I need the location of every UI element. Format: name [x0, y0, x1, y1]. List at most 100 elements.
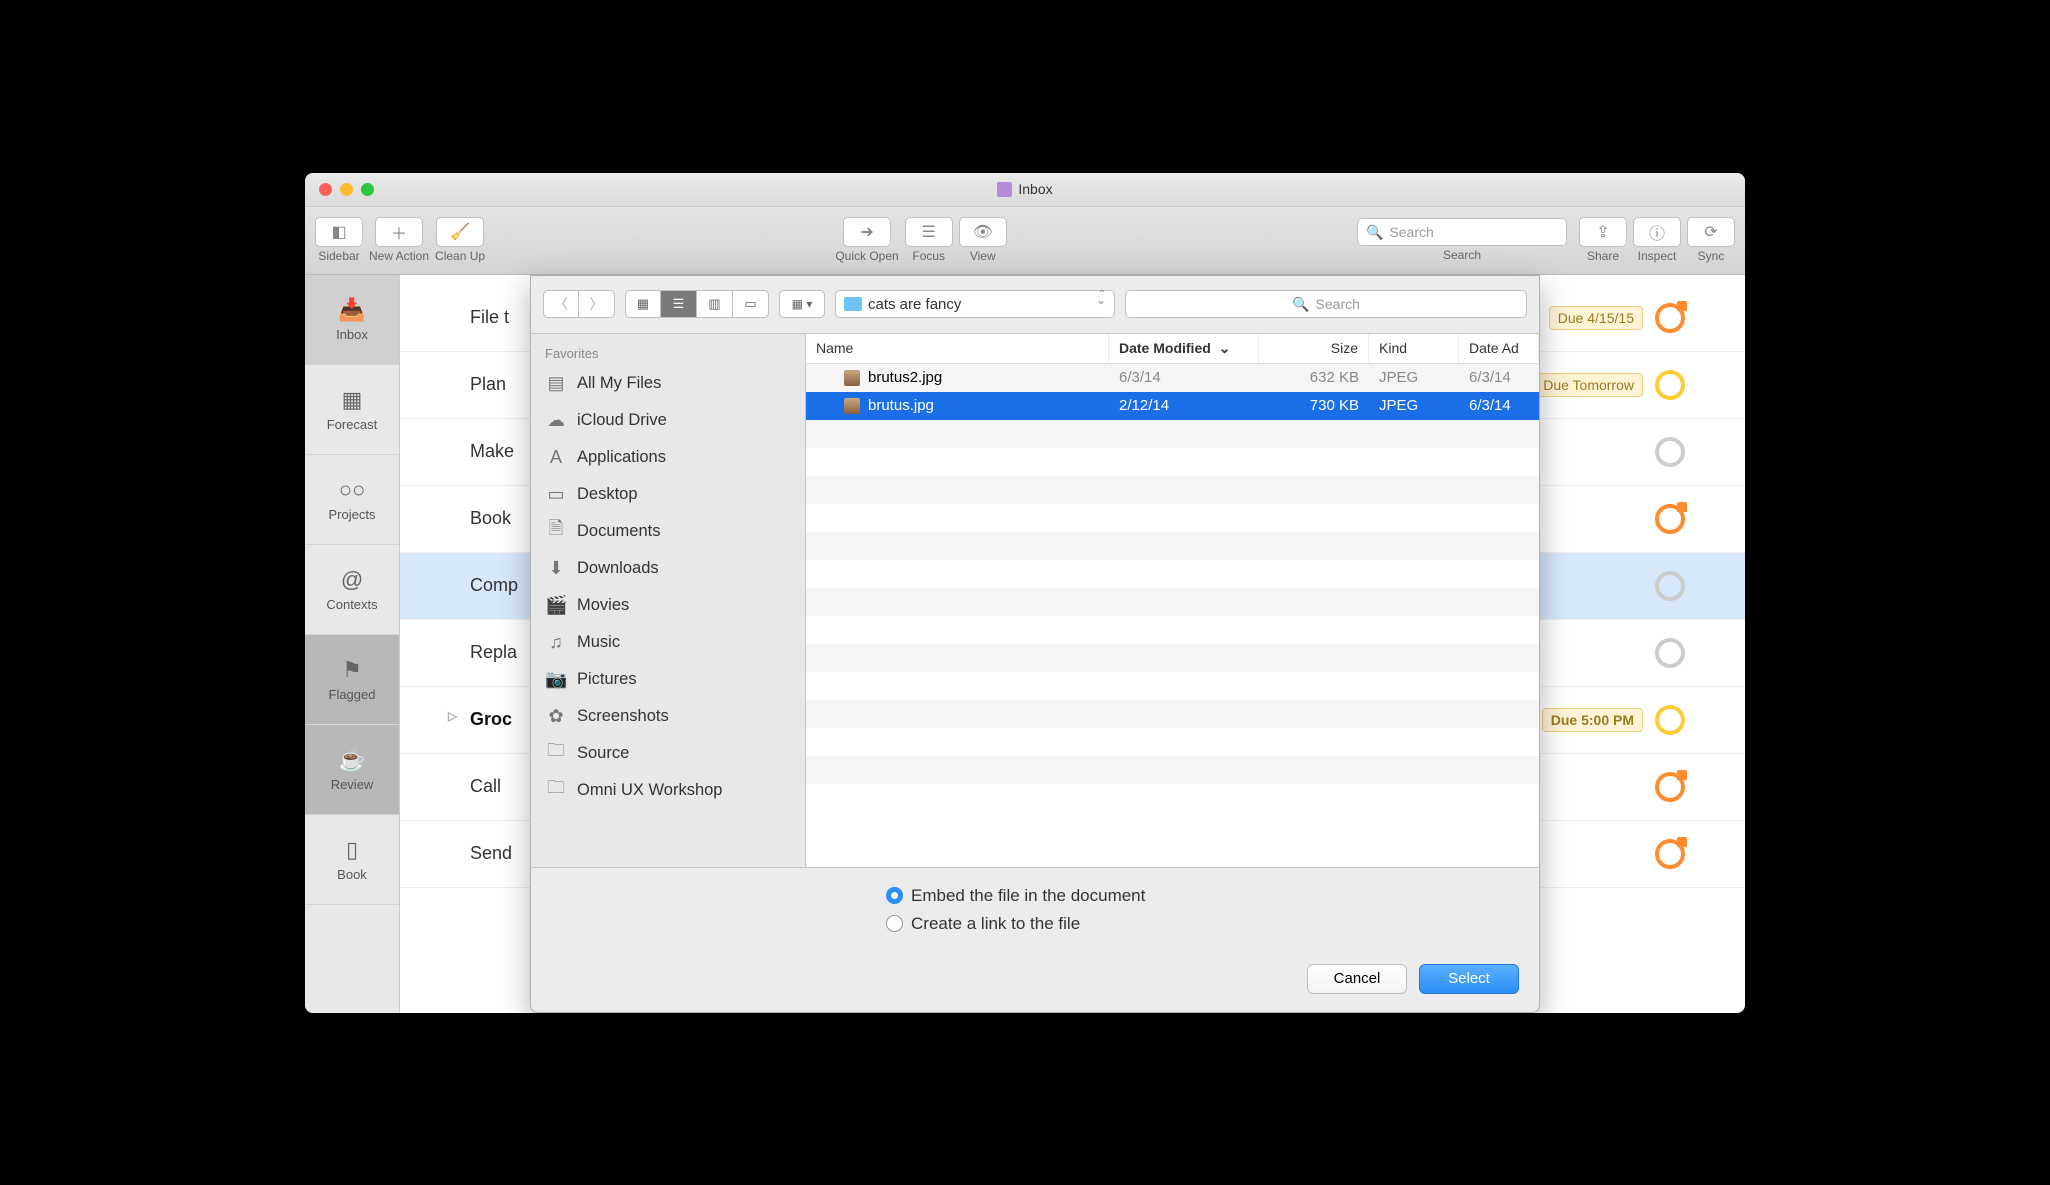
empty-row — [806, 700, 1539, 728]
status-circle[interactable] — [1655, 772, 1685, 802]
favorite-all-my-files[interactable]: ▤All My Files — [531, 365, 805, 402]
favorite-desktop[interactable]: ▭ Desktop — [531, 476, 805, 513]
group-by-button[interactable]: ▦ ▾ — [779, 290, 825, 318]
favorite-movies[interactable]: 🎬Movies — [531, 587, 805, 624]
sheet-search-field[interactable]: 🔍 Search — [1125, 290, 1527, 318]
status-circle[interactable] — [1655, 303, 1685, 333]
favorite-label: Pictures — [577, 670, 637, 689]
favorite-pictures[interactable]: 📷Pictures — [531, 661, 805, 698]
col-date-modified[interactable]: Date Modified ⌄ — [1109, 334, 1259, 363]
status-circle[interactable] — [1655, 504, 1685, 534]
file-thumbnail-icon — [844, 370, 860, 386]
col-kind[interactable]: Kind — [1369, 334, 1459, 363]
omni-ux-workshop-icon: 🗀 — [545, 775, 567, 805]
nav-buttons: 〈 〉 — [543, 290, 615, 318]
radio-dot-icon — [886, 887, 903, 904]
cancel-button[interactable]: Cancel — [1307, 964, 1407, 994]
file-name-cell: brutus2.jpg — [806, 369, 1109, 386]
title-document-icon — [997, 182, 1012, 197]
book-icon: ▯ — [346, 837, 358, 863]
file-thumbnail-icon — [844, 398, 860, 414]
task-title: Call — [470, 776, 501, 797]
favorite-documents[interactable]: 🗎Documents — [531, 513, 805, 550]
view-button[interactable]: 👁 — [959, 217, 1007, 247]
favorite-label: Downloads — [577, 559, 659, 578]
movies-icon: 🎬 — [545, 595, 567, 616]
file-date-modified: 6/3/14 — [1109, 369, 1259, 386]
quick-open-button[interactable]: ➜ — [843, 217, 891, 247]
favorite-downloads[interactable]: ⬇Downloads — [531, 550, 805, 587]
empty-row — [806, 616, 1539, 644]
link-radio[interactable]: Create a link to the file — [886, 914, 1080, 934]
sidebar-tab-projects[interactable]: ○○ Projects — [305, 455, 399, 545]
status-circle[interactable] — [1655, 638, 1685, 668]
file-row[interactable]: brutus.jpg 2/12/14 730 KB JPEG 6/3/14 — [806, 392, 1539, 420]
task-right: Due 4/15/15 — [1549, 303, 1685, 333]
favorite-label: Source — [577, 744, 629, 763]
sidebar-tab-forecast[interactable]: ▦Forecast — [305, 365, 399, 455]
column-headers: Name Date Modified ⌄ Size Kind Date Ad — [806, 334, 1539, 364]
embed-radio[interactable]: Embed the file in the document — [886, 886, 1145, 906]
new-action-button[interactable]: ＋ — [375, 217, 423, 247]
file-date-modified: 2/12/14 — [1109, 397, 1259, 414]
sidebar-tab-review[interactable]: ☕Review — [305, 725, 399, 815]
folder-dropdown[interactable]: cats are fancy — [835, 290, 1115, 318]
sync-button[interactable]: ⟳ — [1687, 217, 1735, 247]
sidebar-tab-inbox[interactable]: 📥Inbox — [305, 275, 399, 365]
toolbar-search-field[interactable]: 🔍 Search — [1357, 218, 1567, 246]
column-view-button[interactable]: ▥ — [697, 290, 733, 318]
favorite-music[interactable]: ♫Music — [531, 624, 805, 661]
col-name[interactable]: Name — [806, 334, 1109, 363]
toolbar-label: Share — [1587, 249, 1619, 263]
nav-back-button[interactable]: 〈 — [543, 290, 579, 318]
link-label: Create a link to the file — [911, 914, 1080, 934]
tab-label: Projects — [329, 507, 376, 522]
favorite-icloud-drive[interactable]: ☁iCloud Drive — [531, 402, 805, 439]
favorite-screenshots[interactable]: ✿Screenshots — [531, 698, 805, 735]
toolbar-label: Sidebar — [318, 249, 359, 263]
task-right: Due 5:00 PM — [1542, 705, 1685, 735]
task-right — [1655, 772, 1685, 802]
status-circle[interactable] — [1655, 705, 1685, 735]
icon-view-button[interactable]: ▦ — [625, 290, 661, 318]
disclosure-icon[interactable]: ▷ — [448, 709, 457, 723]
favorite-source[interactable]: 🗀Source — [531, 735, 805, 772]
empty-row — [806, 476, 1539, 504]
search-label: Search — [1443, 248, 1481, 262]
status-circle[interactable] — [1655, 571, 1685, 601]
favorite-applications[interactable]: AApplications — [531, 439, 805, 476]
nav-forward-button[interactable]: 〉 — [579, 290, 615, 318]
status-circle[interactable] — [1655, 370, 1685, 400]
share-button[interactable]: ⇪ — [1579, 217, 1627, 247]
sidebar-tab-flagged[interactable]: ⚑Flagged — [305, 635, 399, 725]
empty-row — [806, 420, 1539, 448]
status-circle[interactable] — [1655, 839, 1685, 869]
list-view-button[interactable]: ☰ — [661, 290, 697, 318]
coverflow-view-button[interactable]: ▭ — [733, 290, 769, 318]
sidebar-tab-contexts[interactable]: @Contexts — [305, 545, 399, 635]
status-circle[interactable] — [1655, 437, 1685, 467]
favorite-omni-ux-workshop[interactable]: 🗀 Omni UX Workshop — [531, 772, 805, 809]
favorite-label: All My Files — [577, 374, 661, 393]
favorite-label: Documents — [577, 522, 660, 541]
sidebar-tab-book[interactable]: ▯Book — [305, 815, 399, 905]
file-row[interactable]: brutus2.jpg 6/3/14 632 KB JPEG 6/3/14 — [806, 364, 1539, 392]
inspect-button[interactable]: ⓘ — [1633, 217, 1681, 247]
file-name-cell: brutus.jpg — [806, 397, 1109, 414]
col-date-added[interactable]: Date Ad — [1459, 334, 1539, 363]
favorite-label: Desktop — [577, 485, 638, 504]
projects-icon: ○○ — [339, 477, 366, 503]
favorite-label: Omni UX Workshop — [577, 781, 723, 800]
select-button[interactable]: Select — [1419, 964, 1519, 994]
clean-up-button[interactable]: 🧹 — [436, 217, 484, 247]
col-size[interactable]: Size — [1259, 334, 1369, 363]
desktop-icon: ▭ — [545, 484, 567, 505]
task-title: ▷Groc — [470, 709, 512, 730]
toolbar-label: Focus — [912, 249, 945, 263]
empty-row — [806, 532, 1539, 560]
sidebar-button[interactable]: ◧ — [315, 217, 363, 247]
due-badge: Due 4/15/15 — [1549, 306, 1643, 330]
focus-button[interactable]: ☰ — [905, 217, 953, 247]
toolbar-search: 🔍 Search Search — [1357, 218, 1567, 262]
search-placeholder: Search — [1389, 224, 1433, 240]
